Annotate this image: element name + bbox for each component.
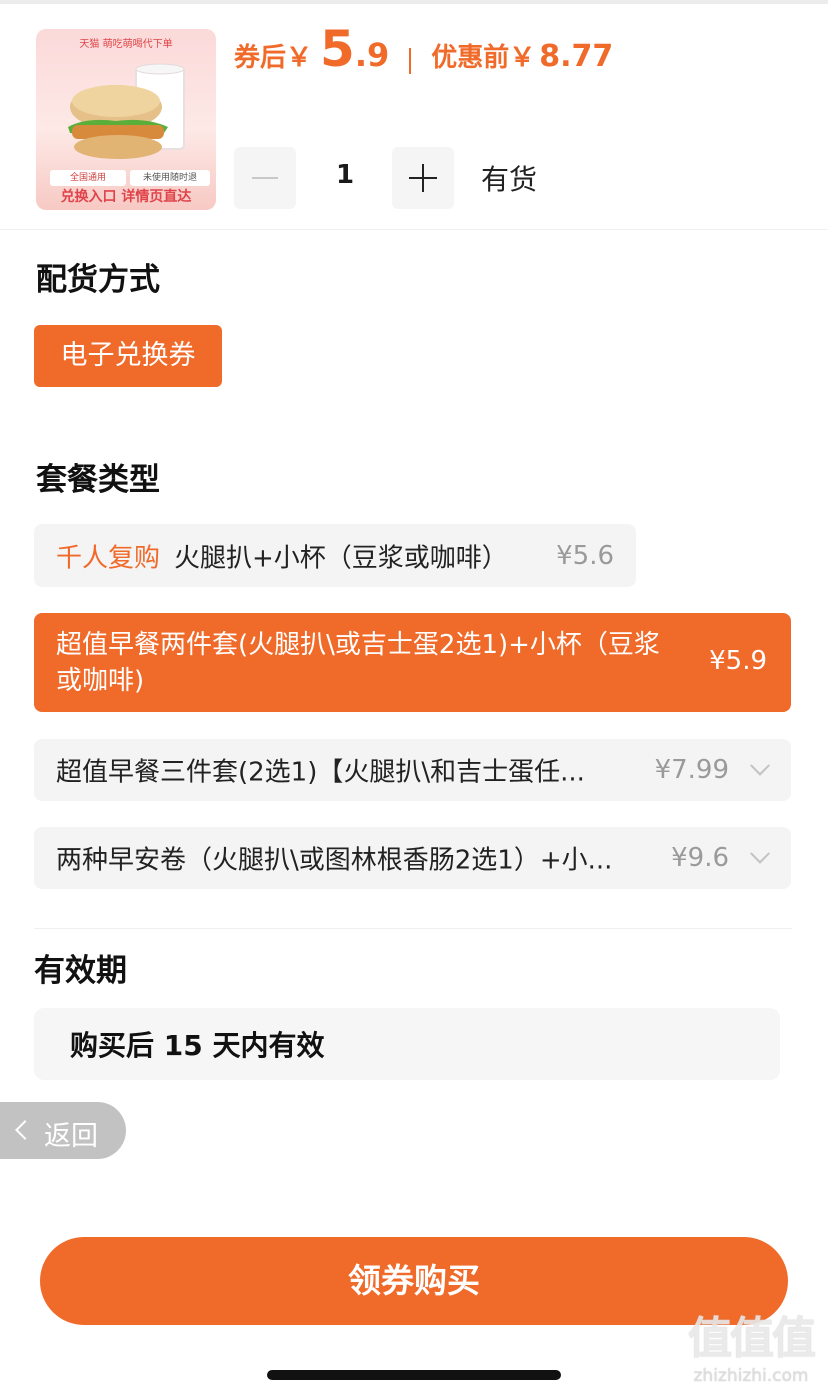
option-price: ¥5.9 xyxy=(709,646,767,676)
watermark-logo: 值值值 xyxy=(688,1313,816,1364)
package-option-3[interactable]: 超值早餐三件套(2选1)【火腿扒\和吉士蛋任... ¥7.99 xyxy=(34,739,791,801)
delivery-option-evoucher[interactable]: 电子兑换券 xyxy=(34,325,222,387)
image-bottom-text: 兑换入口 详情页直达 xyxy=(60,189,192,205)
image-tag-universal: 全国通用 xyxy=(50,170,126,186)
validity-title: 有效期 xyxy=(34,953,127,989)
delivery-title: 配货方式 xyxy=(36,262,160,298)
option-highlight-tag: 千人复购 xyxy=(56,543,161,573)
option-price: ¥9.6 xyxy=(671,843,729,873)
back-button[interactable]: 返回 xyxy=(0,1102,126,1159)
option-text: 两种早安卷（火腿扒\或图林根香肠2选1）+小... xyxy=(56,845,613,876)
option-text: 超值早餐三件套(2选1)【火腿扒\和吉士蛋任... xyxy=(56,757,585,788)
image-brand-text: 天猫 萌吃萌喝代下单 xyxy=(79,39,173,50)
back-label: 返回 xyxy=(44,1121,98,1152)
image-tag-refund: 未使用随时退 xyxy=(130,170,210,186)
validity-text: 购买后 15 天内有效 xyxy=(70,1029,325,1062)
price-row: 券后￥ 5 .9 优惠前￥ 8.77 xyxy=(234,20,613,90)
option-text: 超值早餐两件套(火腿扒\或吉士蛋2选1)+小杯（豆浆或咖啡) xyxy=(56,629,660,696)
validity-box: 购买后 15 天内有效 xyxy=(34,1008,780,1080)
chevron-down-icon xyxy=(750,843,770,864)
minus-icon xyxy=(252,177,278,179)
package-option-1[interactable]: 千人复购 火腿扒+小杯（豆浆或咖啡） ¥5.6 xyxy=(34,524,636,587)
plus-icon-vertical xyxy=(422,164,424,192)
option-price: ¥5.6 xyxy=(556,540,614,571)
burger-illustration xyxy=(68,63,185,159)
after-coupon-label: 券后￥ xyxy=(234,43,313,73)
after-coupon-price-int: 5 xyxy=(320,20,355,78)
price-separator xyxy=(409,48,412,74)
option-text: 火腿扒+小杯（豆浆或咖啡） xyxy=(174,543,508,573)
divider xyxy=(34,928,792,929)
top-divider xyxy=(0,0,828,4)
quantity-value[interactable]: 1 xyxy=(330,160,360,190)
option-price: ¥7.99 xyxy=(654,755,729,785)
home-indicator[interactable] xyxy=(267,1370,561,1380)
quantity-decrease-button[interactable] xyxy=(234,147,296,209)
package-title: 套餐类型 xyxy=(36,462,160,498)
option-label: 千人复购 火腿扒+小杯（豆浆或咖啡） xyxy=(56,537,508,574)
watermark: 值值值 zhizhizhi.com xyxy=(676,1312,826,1392)
package-option-2-selected[interactable]: 超值早餐两件套(火腿扒\或吉士蛋2选1)+小杯（豆浆或咖啡) ¥5.9 xyxy=(34,613,791,712)
chevron-left-icon xyxy=(15,1120,35,1140)
before-discount-price: 8.77 xyxy=(539,39,614,74)
divider xyxy=(0,229,828,230)
chevron-down-icon xyxy=(750,755,770,776)
package-option-4[interactable]: 两种早安卷（火腿扒\或图林根香肠2选1）+小... ¥9.6 xyxy=(34,827,791,889)
watermark-url: zhizhizhi.com xyxy=(693,1366,809,1386)
quantity-increase-button[interactable] xyxy=(392,147,454,209)
before-discount-label: 优惠前￥ xyxy=(431,43,536,73)
product-image[interactable]: 天猫 萌吃萌喝代下单 全国通用 未使用随时退 兑换入口 详情页直达 xyxy=(36,29,216,210)
stock-status: 有货 xyxy=(481,163,538,196)
after-coupon-price-dec: .9 xyxy=(354,36,390,74)
